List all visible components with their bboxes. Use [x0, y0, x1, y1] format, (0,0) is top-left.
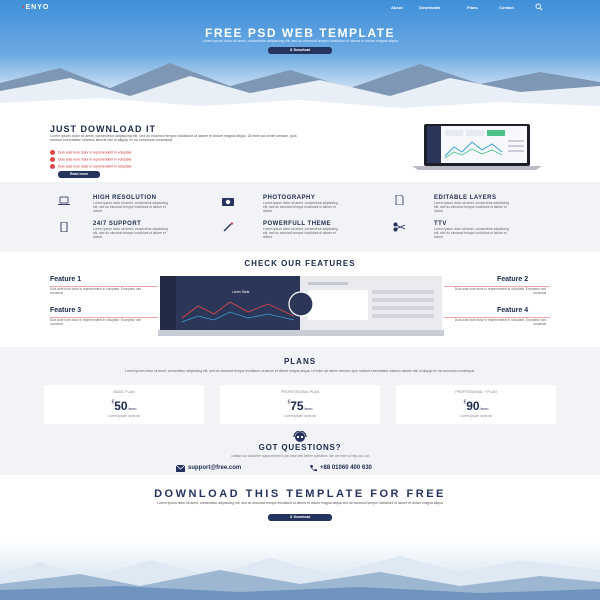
- plan-period: /mon: [127, 406, 137, 411]
- feature-1-text: Duis aute irure dolor in reprehenderit i…: [50, 287, 142, 295]
- hero-download-button[interactable]: ⬇ Download: [268, 47, 332, 54]
- nav-downloads[interactable]: Downloads: [419, 5, 440, 10]
- plans-subtitle: Lorem ipsum dolor sit amet, consectetur …: [125, 369, 475, 373]
- feature-2-title: Feature 2: [497, 276, 529, 283]
- feature-text: Lorem ipsum dolor sit amet, consectetur …: [434, 227, 509, 239]
- nav-contact[interactable]: Contact: [499, 5, 514, 10]
- feature-4-title: Feature 4: [497, 307, 529, 314]
- document-icon: [395, 195, 404, 205]
- plan-name: BASIC PLAN: [113, 390, 135, 394]
- hero-title: FREE PSD WEB TEMPLATE: [205, 26, 395, 40]
- email-icon: [176, 465, 185, 472]
- mountain-illustration: [0, 63, 600, 118]
- plan-price: €90/mon: [396, 397, 556, 415]
- read-more-button[interactable]: Read more: [58, 171, 100, 178]
- plan-desc: Lorem ipsum dolor sit: [284, 414, 316, 418]
- feature-3-text: Duis aute irure dolor in reprehenderit i…: [50, 318, 142, 326]
- phone-call-icon: [310, 465, 317, 472]
- logo-text: ENYO: [25, 4, 50, 11]
- list-item-text: Duis aute irure dolor in reprehenderit i…: [58, 164, 132, 169]
- feature-text: Lorem ipsum dolor sit amet, consectetur …: [434, 201, 509, 213]
- feature-2-text: Duis aute irure dolor in reprehenderit i…: [454, 287, 546, 295]
- camera-icon: [222, 198, 234, 206]
- logo[interactable]: ▪ENYO: [22, 4, 49, 11]
- plan-name: PROFESSIONAL + PLAN: [455, 390, 497, 394]
- bullet-icon: [50, 150, 55, 155]
- feature-screens-image: [158, 276, 444, 336]
- plan-amount: 90: [466, 399, 480, 413]
- questions-subtitle: contact our customer support team if you…: [231, 454, 369, 458]
- feature-1-title: Feature 1: [50, 276, 82, 283]
- search-icon[interactable]: [535, 3, 543, 11]
- plans-title: PLANS: [283, 357, 317, 366]
- nav-plans[interactable]: Plans: [467, 5, 478, 10]
- footer-download-label: Download: [293, 515, 311, 519]
- footer-download-button[interactable]: ⬇ Download: [268, 514, 332, 521]
- check-features-title: CHECK OUR FEATURES: [244, 259, 356, 268]
- hero-download-label: Download: [293, 48, 311, 52]
- plan-period: /mon: [479, 406, 489, 411]
- list-item-text: Duis aute irure dolor in reprehenderit i…: [58, 150, 132, 155]
- hero-section: [0, 0, 600, 118]
- magic-wand-icon: [223, 222, 234, 232]
- feature-text: Lorem ipsum dolor sit amet, consectetur …: [263, 201, 338, 213]
- nav-about[interactable]: About: [391, 5, 403, 10]
- support-headset-icon: [293, 431, 307, 442]
- bullet-icon: [50, 157, 55, 162]
- plan-card-professional-plus[interactable]: PROFESSIONAL + PLAN €90/mon Lorem ipsum …: [396, 385, 556, 424]
- list-item: Duis aute irure dolor in reprehenderit i…: [50, 164, 132, 169]
- feature-text: Lorem ipsum dolor sit amet, consectetur …: [263, 227, 338, 239]
- plan-desc: Lorem ipsum dolor sit: [108, 414, 140, 418]
- download-title: DOWNLOAD THIS TEMPLATE FOR FREE: [154, 488, 446, 500]
- support-email[interactable]: support@free.com: [188, 465, 241, 471]
- scissors-icon: [393, 222, 405, 232]
- plan-amount: 50: [114, 399, 128, 413]
- plan-card-basic[interactable]: BASIC PLAN €50/mon Lorem ipsum dolor sit: [44, 385, 204, 424]
- plan-desc: Lorem ipsum dolor sit: [460, 414, 492, 418]
- footer-snow-image: [0, 540, 600, 600]
- feature-text: Lorem ipsum dolor sit amet, consectetur …: [93, 227, 168, 239]
- features-grid-section: [0, 182, 600, 252]
- plan-price: €75/mon: [220, 397, 380, 415]
- screen-title: Lorem Stats: [232, 290, 250, 294]
- plan-card-professional[interactable]: PROFESSIONAL PLAN €75/mon Lorem ipsum do…: [220, 385, 380, 424]
- feature-3-title: Feature 3: [50, 307, 82, 314]
- plan-price: €50/mon: [44, 397, 204, 415]
- bullet-icon: [50, 164, 55, 169]
- phone-icon: [60, 222, 68, 232]
- feature-4-text: Duis aute irure dolor in reprehenderit i…: [454, 318, 546, 326]
- snow-mountains-illustration: [0, 556, 600, 600]
- laptop-image: [412, 124, 542, 170]
- questions-title: GOT QUESTIONS?: [258, 443, 342, 452]
- list-item-text: Duis aute irure dolor in reprehenderit i…: [58, 157, 132, 162]
- list-item: Duis aute irure dolor in reprehenderit i…: [50, 150, 132, 155]
- list-item: Duis aute irure dolor in reprehenderit i…: [50, 157, 132, 162]
- hero-subtitle: Lorem ipsum dolor sit amet, consectetur …: [202, 39, 398, 43]
- laptop-icon: [58, 196, 70, 205]
- download-subtitle: Lorem ipsum dolor sit amet, consectetur …: [157, 501, 443, 505]
- feature-text: Lorem ipsum dolor sit amet, consectetur …: [93, 201, 168, 213]
- just-download-text: Lorem ipsum dolor sit amet, consectetur …: [50, 134, 297, 143]
- just-download-title: JUST DOWNLOAD IT: [50, 124, 156, 134]
- plan-amount: 75: [290, 399, 304, 413]
- plan-period: /mon: [303, 406, 313, 411]
- plan-name: PROFESSIONAL PLAN: [280, 390, 320, 394]
- support-phone[interactable]: +88 01060 400 630: [320, 465, 372, 471]
